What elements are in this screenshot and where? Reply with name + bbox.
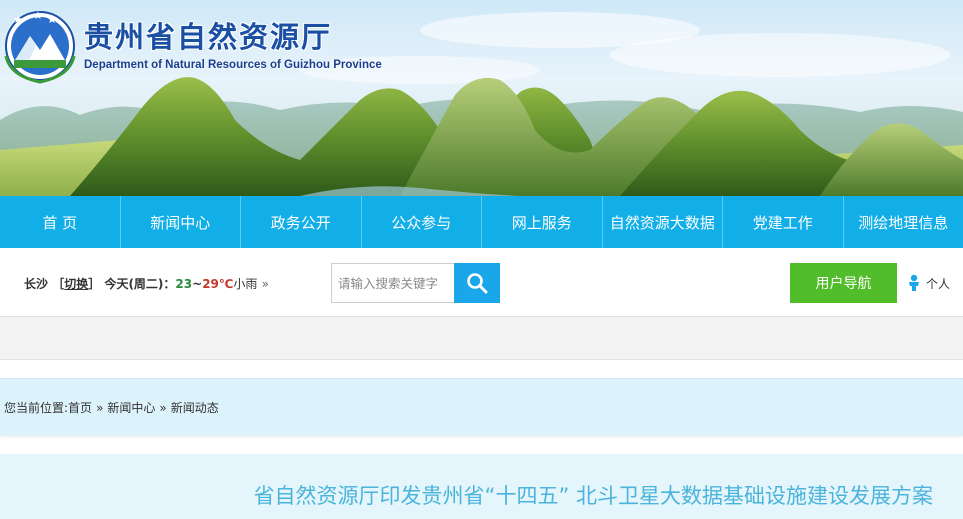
weather-range-sep: ~ bbox=[192, 277, 203, 291]
site-title: 贵州省自然资源厅 bbox=[84, 20, 333, 54]
weather-today: 今天(周二)： bbox=[104, 277, 176, 291]
divider-strip bbox=[0, 316, 963, 360]
breadcrumb-news-center[interactable]: 新闻中心 bbox=[107, 399, 155, 416]
main-nav: 首 页 新闻中心 政务公开 公众参与 网上服务 自然资源大数据 党建工作 测绘地… bbox=[0, 196, 963, 248]
search-icon bbox=[467, 273, 488, 294]
weather-temp-low: 23 bbox=[175, 277, 193, 291]
article-title: 省自然资源厅印发贵州省“十四五” 北斗卫星大数据基础设施建设发展方案 bbox=[253, 484, 933, 508]
breadcrumb-prefix: 您当前位置: bbox=[4, 401, 69, 415]
weather-more-link[interactable]: » bbox=[262, 277, 269, 291]
nav-item-big-data[interactable]: 自然资源大数据 bbox=[603, 196, 723, 248]
nav-item-public-participation[interactable]: 公众参与 bbox=[362, 196, 482, 248]
article-header: 省自然资源厅印发贵州省“十四五” 北斗卫星大数据基础设施建设发展方案 bbox=[0, 454, 963, 519]
breadcrumb-separator: » bbox=[159, 400, 167, 415]
breadcrumb-news-updates[interactable]: 新闻动态 bbox=[171, 399, 219, 416]
person-icon bbox=[909, 274, 919, 291]
personal-label: 个人 bbox=[926, 276, 951, 291]
weather-switch-open: ［ bbox=[52, 277, 65, 291]
nav-item-news-center[interactable]: 新闻中心 bbox=[121, 196, 241, 248]
search-button[interactable] bbox=[454, 263, 500, 303]
breadcrumb-separator: » bbox=[96, 400, 104, 415]
site-subtitle: Department of Natural Resources of Guizh… bbox=[84, 59, 382, 71]
weather-city: 长沙 bbox=[24, 277, 49, 291]
city-switch-link[interactable]: 切换 bbox=[64, 277, 88, 291]
breadcrumb-home[interactable]: 首页 bbox=[68, 399, 92, 416]
nav-item-party-building[interactable]: 党建工作 bbox=[723, 196, 844, 248]
personal-link[interactable]: 个人 bbox=[906, 274, 950, 292]
search-box bbox=[331, 263, 500, 303]
header-banner: 贵州省自然资源厅 Department of Natural Resources… bbox=[0, 0, 963, 196]
weather-temp-high: 29 bbox=[202, 277, 219, 291]
weather-widget: 长沙 ［切换］ 今天(周二)：23~29℃小雨 » bbox=[24, 275, 269, 292]
nav-item-surveying-mapping[interactable]: 测绘地理信息 bbox=[844, 196, 963, 248]
weather-condition: 小雨 bbox=[233, 277, 258, 291]
toolbar: 长沙 ［切换］ 今天(周二)：23~29℃小雨 » 用户导航 个人 bbox=[0, 248, 963, 316]
emblem-logo bbox=[0, 6, 80, 86]
nav-item-online-services[interactable]: 网上服务 bbox=[482, 196, 603, 248]
weather-switch-close: ］ bbox=[88, 277, 101, 291]
breadcrumb: 您当前位置: 首页 » 新闻中心 » 新闻动态 bbox=[0, 378, 963, 436]
search-input[interactable] bbox=[331, 263, 454, 303]
user-guide-button[interactable]: 用户导航 bbox=[790, 263, 897, 303]
nav-item-gov-affairs[interactable]: 政务公开 bbox=[241, 196, 362, 248]
weather-unit: ℃ bbox=[218, 277, 234, 291]
nav-item-home[interactable]: 首 页 bbox=[0, 196, 121, 248]
